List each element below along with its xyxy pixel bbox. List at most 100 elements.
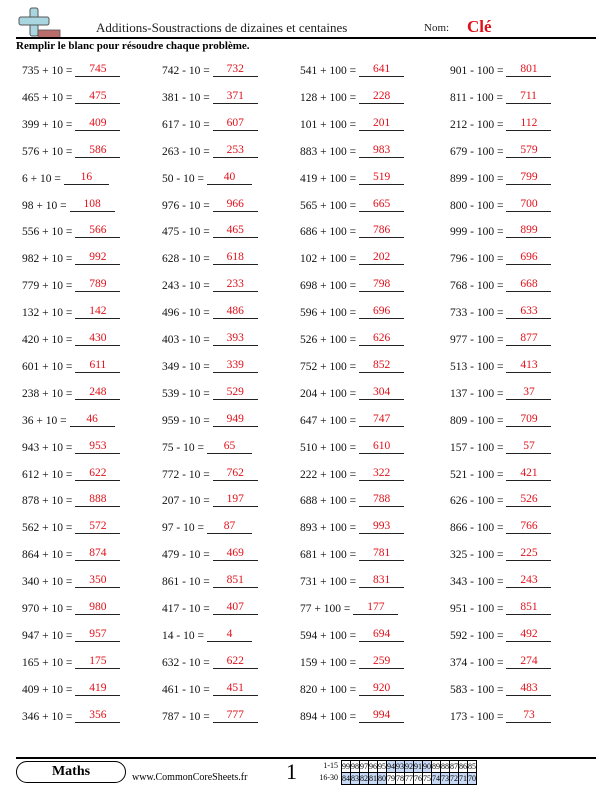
answer-blank[interactable]: 87 [206, 519, 252, 535]
answer-blank[interactable]: 322 [359, 466, 405, 481]
answer-blank[interactable]: 393 [212, 331, 258, 346]
answer-blank[interactable]: 40 [206, 170, 252, 185]
answer-blank[interactable]: 665 [359, 197, 405, 212]
answer-blank[interactable]: 622 [212, 654, 258, 669]
answer-blank[interactable]: 112 [506, 116, 552, 131]
answer-blank[interactable]: 851 [506, 600, 552, 615]
answer-blank[interactable]: 953 [75, 439, 121, 454]
answer-blank[interactable]: 696 [506, 250, 552, 266]
answer-blank[interactable]: 274 [506, 654, 552, 669]
answer-blank[interactable]: 801 [506, 62, 552, 77]
answer-blank[interactable]: 877 [506, 331, 552, 346]
answer-blank[interactable]: 786 [359, 223, 405, 239]
answer-blank[interactable]: 233 [212, 277, 258, 293]
answer-blank[interactable]: 572 [75, 519, 121, 535]
answer-blank[interactable]: 465 [212, 223, 258, 239]
answer-blank[interactable]: 57 [506, 439, 552, 454]
answer-blank[interactable]: 852 [359, 358, 405, 373]
answer-blank[interactable]: 46 [69, 412, 115, 427]
answer-blank[interactable]: 175 [75, 654, 121, 669]
answer-blank[interactable]: 197 [212, 492, 258, 508]
answer-blank[interactable]: 633 [506, 304, 552, 320]
answer-blank[interactable]: 419 [75, 681, 121, 696]
answer-blank[interactable]: 253 [212, 143, 258, 158]
answer-blank[interactable]: 993 [359, 519, 405, 535]
answer-blank[interactable]: 789 [75, 277, 121, 293]
answer-blank[interactable]: 259 [359, 654, 405, 669]
answer-blank[interactable]: 874 [75, 546, 121, 562]
answer-blank[interactable]: 451 [212, 681, 258, 696]
answer-blank[interactable]: 831 [359, 573, 405, 589]
answer-blank[interactable]: 492 [506, 627, 552, 642]
answer-blank[interactable]: 618 [212, 250, 258, 266]
answer-blank[interactable]: 421 [506, 466, 552, 481]
answer-blank[interactable]: 694 [359, 627, 405, 642]
answer-blank[interactable]: 350 [75, 573, 121, 589]
answer-blank[interactable]: 228 [359, 89, 405, 104]
answer-blank[interactable]: 407 [212, 600, 258, 615]
answer-blank[interactable]: 356 [75, 708, 121, 723]
answer-blank[interactable]: 668 [506, 277, 552, 293]
answer-blank[interactable]: 304 [359, 385, 405, 400]
answer-blank[interactable]: 202 [359, 250, 405, 266]
answer-blank[interactable]: 980 [75, 600, 121, 615]
answer-blank[interactable]: 519 [359, 170, 405, 185]
answer-blank[interactable]: 766 [506, 519, 552, 535]
answer-blank[interactable]: 201 [359, 116, 405, 131]
answer-blank[interactable]: 430 [75, 331, 121, 346]
answer-blank[interactable]: 529 [212, 385, 258, 400]
answer-blank[interactable]: 4 [206, 627, 252, 642]
answer-blank[interactable]: 225 [506, 546, 552, 562]
answer-blank[interactable]: 732 [212, 62, 258, 77]
answer-blank[interactable]: 888 [75, 492, 121, 508]
answer-blank[interactable]: 177 [353, 600, 399, 615]
answer-blank[interactable]: 339 [212, 358, 258, 373]
answer-blank[interactable]: 469 [212, 546, 258, 562]
answer-blank[interactable]: 957 [75, 627, 121, 642]
answer-blank[interactable]: 696 [359, 304, 405, 320]
answer-blank[interactable]: 248 [75, 385, 121, 400]
answer-blank[interactable]: 108 [69, 197, 115, 212]
answer-blank[interactable]: 709 [506, 412, 552, 427]
answer-blank[interactable]: 483 [506, 681, 552, 696]
answer-blank[interactable]: 486 [212, 304, 258, 320]
answer-blank[interactable]: 700 [506, 197, 552, 212]
answer-blank[interactable]: 788 [359, 492, 405, 508]
answer-blank[interactable]: 16 [63, 170, 109, 185]
answer-blank[interactable]: 243 [506, 573, 552, 589]
answer-blank[interactable]: 983 [359, 143, 405, 158]
answer-blank[interactable]: 798 [359, 277, 405, 293]
answer-blank[interactable]: 777 [212, 708, 258, 723]
answer-blank[interactable]: 641 [359, 62, 405, 77]
answer-blank[interactable]: 851 [212, 573, 258, 589]
answer-blank[interactable]: 920 [359, 681, 405, 696]
answer-blank[interactable]: 579 [506, 143, 552, 158]
answer-blank[interactable]: 526 [506, 492, 552, 508]
answer-blank[interactable]: 611 [75, 358, 121, 373]
answer-blank[interactable]: 475 [75, 89, 121, 104]
answer-blank[interactable]: 992 [75, 250, 121, 266]
answer-blank[interactable]: 586 [75, 143, 121, 158]
answer-blank[interactable]: 65 [206, 439, 252, 454]
answer-blank[interactable]: 73 [506, 708, 552, 723]
answer-blank[interactable]: 799 [506, 170, 552, 185]
answer-blank[interactable]: 610 [359, 439, 405, 454]
answer-blank[interactable]: 899 [506, 223, 552, 239]
answer-blank[interactable]: 949 [212, 412, 258, 427]
answer-blank[interactable]: 711 [506, 89, 552, 104]
answer-blank[interactable]: 607 [212, 116, 258, 131]
answer-blank[interactable]: 37 [506, 385, 552, 400]
answer-blank[interactable]: 371 [212, 89, 258, 104]
answer-blank[interactable]: 745 [75, 62, 121, 77]
answer-blank[interactable]: 566 [75, 223, 121, 239]
answer-blank[interactable]: 409 [75, 116, 121, 131]
answer-blank[interactable]: 413 [506, 358, 552, 373]
answer-blank[interactable]: 622 [75, 466, 121, 481]
answer-blank[interactable]: 781 [359, 546, 405, 562]
answer-blank[interactable]: 142 [75, 304, 121, 320]
answer-blank[interactable]: 966 [212, 197, 258, 212]
answer-blank[interactable]: 747 [359, 412, 405, 427]
answer-blank[interactable]: 762 [212, 466, 258, 481]
answer-blank[interactable]: 994 [359, 708, 405, 723]
answer-blank[interactable]: 626 [359, 331, 405, 346]
